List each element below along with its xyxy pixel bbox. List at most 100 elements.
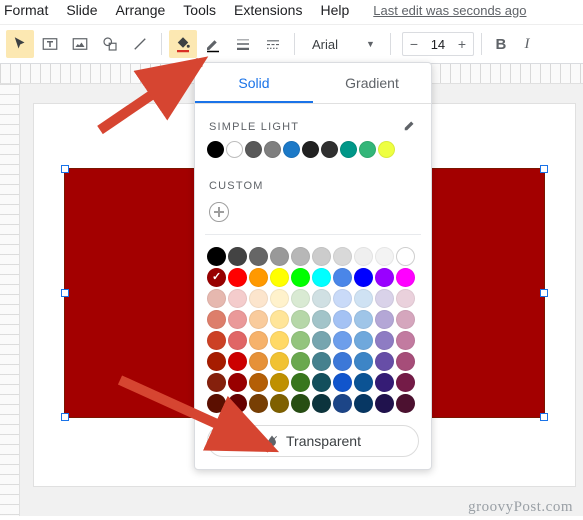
color-swatch[interactable] bbox=[312, 289, 331, 308]
font-size-decrease[interactable]: − bbox=[403, 33, 425, 55]
image-tool[interactable] bbox=[66, 30, 94, 58]
tab-gradient[interactable]: Gradient bbox=[313, 63, 431, 103]
bold-button[interactable]: B bbox=[489, 30, 513, 58]
transparent-button[interactable]: Transparent bbox=[207, 425, 419, 457]
menu-help[interactable]: Help bbox=[320, 2, 349, 18]
color-swatch[interactable] bbox=[333, 289, 352, 308]
color-swatch[interactable] bbox=[228, 331, 247, 350]
color-swatch[interactable] bbox=[375, 394, 394, 413]
border-color-button[interactable] bbox=[199, 30, 227, 58]
color-swatch[interactable] bbox=[396, 394, 415, 413]
theme-color-swatch[interactable] bbox=[302, 141, 319, 158]
color-swatch[interactable] bbox=[396, 352, 415, 371]
color-swatch[interactable] bbox=[312, 331, 331, 350]
color-swatch[interactable] bbox=[375, 268, 394, 287]
theme-color-swatch[interactable] bbox=[226, 141, 243, 158]
color-swatch[interactable] bbox=[333, 331, 352, 350]
color-swatch[interactable] bbox=[207, 310, 226, 329]
shape-tool[interactable] bbox=[96, 30, 124, 58]
resize-handle-r[interactable] bbox=[540, 289, 548, 297]
color-swatch[interactable] bbox=[312, 373, 331, 392]
color-swatch[interactable] bbox=[249, 310, 268, 329]
theme-color-swatch[interactable] bbox=[378, 141, 395, 158]
edit-theme-icon[interactable] bbox=[403, 118, 417, 135]
menu-arrange[interactable]: Arrange bbox=[115, 2, 165, 18]
tab-solid[interactable]: Solid bbox=[195, 63, 313, 103]
menu-extensions[interactable]: Extensions bbox=[234, 2, 302, 18]
textbox-tool[interactable] bbox=[36, 30, 64, 58]
font-family-select[interactable]: Arial ▼ bbox=[304, 30, 383, 58]
edit-status[interactable]: Last edit was seconds ago bbox=[373, 3, 526, 18]
color-swatch[interactable] bbox=[270, 394, 289, 413]
color-swatch[interactable] bbox=[291, 352, 310, 371]
theme-color-swatch[interactable] bbox=[283, 141, 300, 158]
color-swatch[interactable] bbox=[249, 247, 268, 266]
color-swatch[interactable] bbox=[333, 394, 352, 413]
theme-color-swatch[interactable] bbox=[264, 141, 281, 158]
color-swatch[interactable] bbox=[333, 352, 352, 371]
line-tool[interactable] bbox=[126, 30, 154, 58]
color-swatch[interactable] bbox=[291, 373, 310, 392]
color-swatch[interactable] bbox=[396, 289, 415, 308]
color-swatch[interactable] bbox=[354, 310, 373, 329]
color-swatch[interactable] bbox=[354, 394, 373, 413]
color-swatch[interactable] bbox=[207, 352, 226, 371]
menu-slide[interactable]: Slide bbox=[66, 2, 97, 18]
color-swatch[interactable] bbox=[249, 289, 268, 308]
color-swatch[interactable] bbox=[375, 352, 394, 371]
border-dash-button[interactable] bbox=[259, 30, 287, 58]
theme-color-swatch[interactable] bbox=[245, 141, 262, 158]
color-swatch[interactable] bbox=[354, 289, 373, 308]
color-swatch[interactable] bbox=[354, 331, 373, 350]
color-swatch[interactable] bbox=[249, 394, 268, 413]
resize-handle-bl[interactable] bbox=[61, 413, 69, 421]
color-swatch[interactable] bbox=[207, 373, 226, 392]
color-swatch[interactable] bbox=[228, 310, 247, 329]
color-swatch[interactable] bbox=[228, 289, 247, 308]
font-size-value[interactable]: 14 bbox=[425, 37, 451, 52]
menu-tools[interactable]: Tools bbox=[183, 2, 216, 18]
color-swatch[interactable] bbox=[249, 331, 268, 350]
color-swatch[interactable] bbox=[312, 394, 331, 413]
select-tool[interactable] bbox=[6, 30, 34, 58]
color-swatch[interactable] bbox=[396, 373, 415, 392]
color-swatch[interactable] bbox=[270, 352, 289, 371]
color-swatch[interactable] bbox=[396, 310, 415, 329]
color-swatch[interactable] bbox=[207, 289, 226, 308]
color-swatch[interactable] bbox=[333, 373, 352, 392]
color-swatch[interactable] bbox=[354, 352, 373, 371]
color-swatch[interactable] bbox=[228, 352, 247, 371]
color-swatch[interactable] bbox=[270, 247, 289, 266]
color-swatch[interactable] bbox=[333, 310, 352, 329]
color-swatch[interactable] bbox=[207, 247, 226, 266]
color-swatch[interactable] bbox=[207, 331, 226, 350]
color-swatch[interactable] bbox=[270, 331, 289, 350]
resize-handle-l[interactable] bbox=[61, 289, 69, 297]
color-swatch[interactable] bbox=[375, 373, 394, 392]
theme-color-swatch[interactable] bbox=[359, 141, 376, 158]
theme-color-swatch[interactable] bbox=[321, 141, 338, 158]
color-swatch[interactable] bbox=[312, 310, 331, 329]
color-swatch[interactable] bbox=[375, 247, 394, 266]
border-weight-button[interactable] bbox=[229, 30, 257, 58]
resize-handle-tr[interactable] bbox=[540, 165, 548, 173]
italic-button[interactable]: I bbox=[515, 30, 539, 58]
color-swatch[interactable] bbox=[228, 373, 247, 392]
color-swatch[interactable] bbox=[396, 247, 415, 266]
color-swatch[interactable] bbox=[375, 289, 394, 308]
color-swatch[interactable] bbox=[207, 268, 226, 287]
color-swatch[interactable] bbox=[270, 373, 289, 392]
color-swatch[interactable] bbox=[228, 268, 247, 287]
color-swatch[interactable] bbox=[249, 268, 268, 287]
color-swatch[interactable] bbox=[354, 373, 373, 392]
color-swatch[interactable] bbox=[291, 331, 310, 350]
resize-handle-br[interactable] bbox=[540, 413, 548, 421]
font-size-increase[interactable]: + bbox=[451, 33, 473, 55]
color-swatch[interactable] bbox=[291, 289, 310, 308]
add-custom-color-button[interactable] bbox=[209, 202, 229, 222]
color-swatch[interactable] bbox=[312, 268, 331, 287]
color-swatch[interactable] bbox=[291, 310, 310, 329]
color-swatch[interactable] bbox=[375, 331, 394, 350]
color-swatch[interactable] bbox=[270, 289, 289, 308]
color-swatch[interactable] bbox=[312, 352, 331, 371]
